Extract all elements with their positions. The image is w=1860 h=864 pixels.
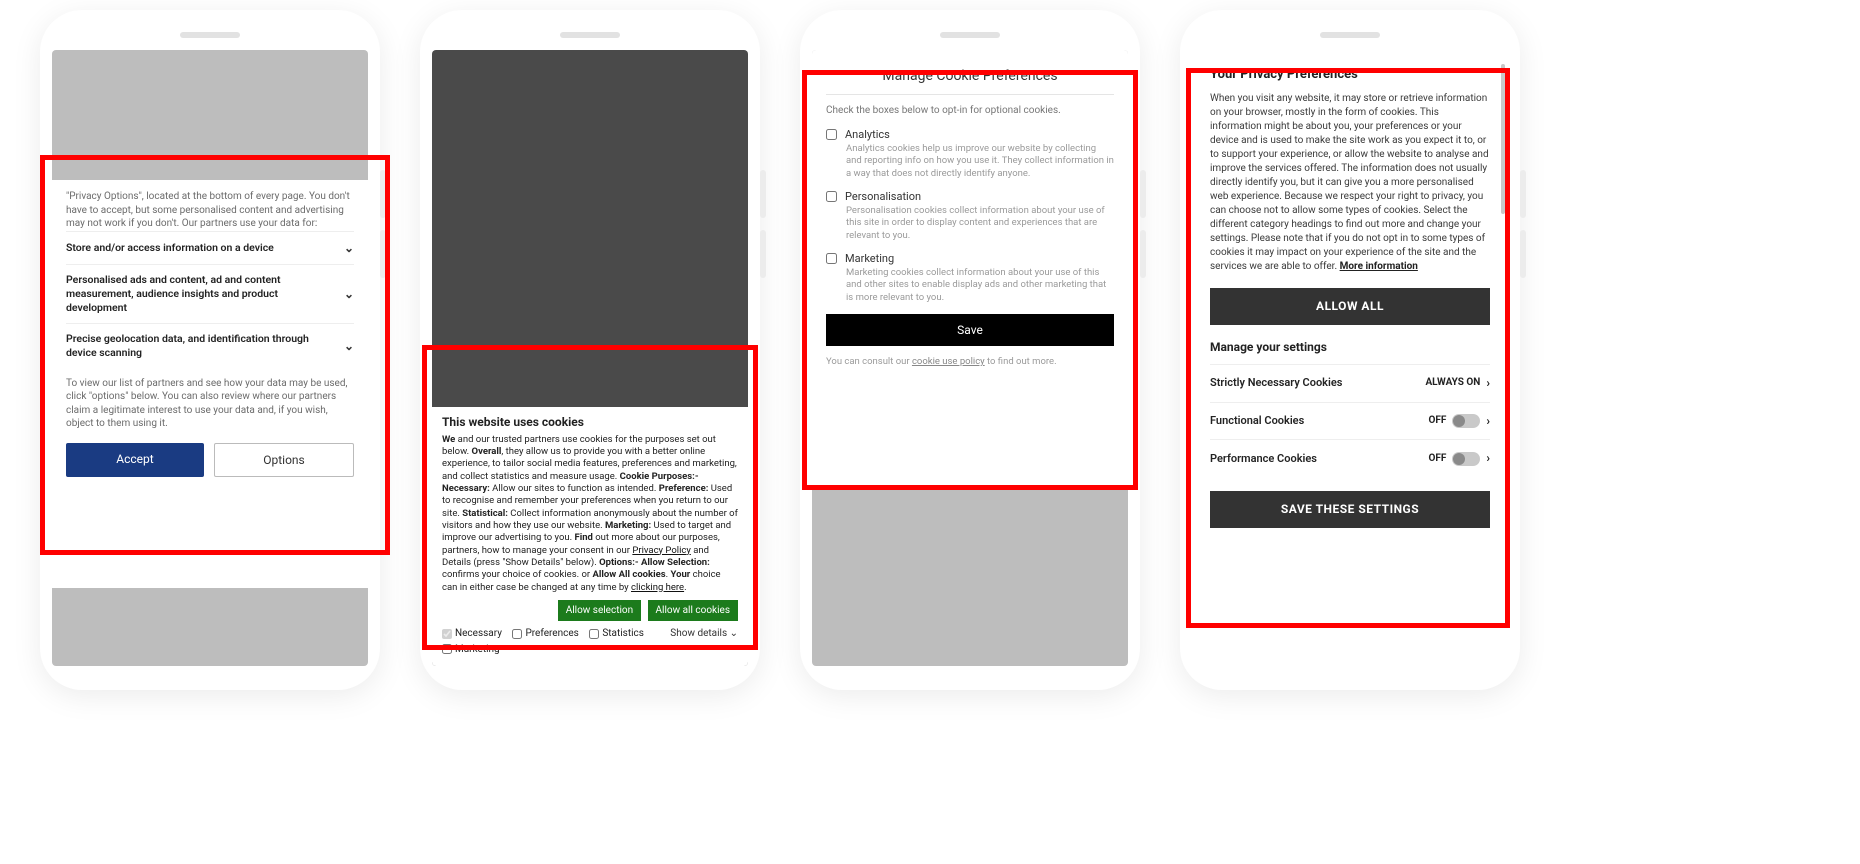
footer-text: To view our list of partners and see how…: [66, 377, 354, 431]
phone-mockup-3: Manage Cookie Preferences Check the boxe…: [800, 10, 1140, 690]
purpose-row[interactable]: Store and/or access information on a dev…: [66, 231, 354, 264]
setting-state: OFF: [1428, 452, 1446, 466]
cookie-policy-link[interactable]: cookie use policy: [912, 356, 985, 367]
purpose-label: Personalised ads and content, ad and con…: [66, 273, 319, 316]
chevron-right-icon: ›: [1486, 375, 1490, 392]
analytics-checkbox[interactable]: [826, 129, 837, 140]
purpose-row[interactable]: Personalised ads and content, ad and con…: [66, 264, 354, 324]
intro-text: Check the boxes below to opt-in for opti…: [826, 105, 1114, 116]
purpose-row[interactable]: Precise geolocation data, and identifica…: [66, 323, 354, 368]
show-details-link[interactable]: Show details ⌄: [670, 627, 738, 640]
banner-body: We and our trusted partners use cookies …: [442, 434, 738, 594]
setting-label: Performance Cookies: [1210, 451, 1317, 466]
manage-settings-heading: Manage your settings: [1210, 339, 1490, 356]
save-button[interactable]: Save: [826, 314, 1114, 346]
setting-state: ALWAYS ON: [1425, 376, 1480, 390]
panel-body: When you visit any website, it may store…: [1210, 92, 1490, 274]
scrollbar[interactable]: [1501, 64, 1505, 214]
category-name: Analytics: [845, 128, 890, 141]
purpose-label: Store and/or access information on a dev…: [66, 241, 274, 255]
footer-text: You can consult our cookie use policy to…: [826, 356, 1114, 367]
panel-title: Manage Cookie Preferences: [826, 64, 1114, 95]
category-name: Personalisation: [845, 190, 921, 203]
toggle-switch[interactable]: [1452, 414, 1480, 428]
allow-selection-button[interactable]: Allow selection: [558, 600, 641, 621]
privacy-policy-link[interactable]: Privacy Policy: [632, 545, 690, 556]
banner-title: This website uses cookies: [442, 415, 738, 431]
setting-row-strictly-necessary[interactable]: Strictly Necessary Cookies ALWAYS ON ›: [1210, 364, 1490, 402]
setting-row-performance[interactable]: Performance Cookies OFF ›: [1210, 439, 1490, 477]
toggle-switch[interactable]: [1452, 452, 1480, 466]
chevron-right-icon: ›: [1486, 450, 1490, 467]
cookie-banner: This website uses cookies We and our tru…: [432, 407, 748, 666]
phone-mockup-2: This website uses cookies We and our tru…: [420, 10, 760, 690]
intro-text: "Privacy Options", located at the bottom…: [66, 190, 354, 231]
marketing-checkbox[interactable]: Marketing: [442, 643, 500, 656]
marketing-checkbox[interactable]: [826, 253, 837, 264]
category-desc: Personalisation cookies collect informat…: [846, 205, 1114, 242]
options-button[interactable]: Options: [214, 443, 354, 477]
cookie-dialog: "Privacy Options", located at the bottom…: [52, 180, 368, 588]
phone-mockup-1: "Privacy Options", located at the bottom…: [40, 10, 380, 690]
category-desc: Analytics cookies help us improve our we…: [846, 143, 1114, 180]
setting-row-functional[interactable]: Functional Cookies OFF ›: [1210, 402, 1490, 440]
chevron-down-icon: ⌄: [730, 628, 738, 639]
allow-all-button[interactable]: Allow all cookies: [648, 600, 738, 621]
allow-all-button[interactable]: ALLOW ALL: [1210, 288, 1490, 325]
privacy-preferences-panel: Your Privacy Preferences When you visit …: [1192, 50, 1508, 666]
category-desc: Marketing cookies collect information ab…: [846, 267, 1114, 304]
chevron-down-icon: ⌄: [344, 286, 354, 302]
chevron-down-icon: ⌄: [344, 240, 354, 256]
save-settings-button[interactable]: SAVE THESE SETTINGS: [1210, 491, 1490, 528]
purpose-label: Precise geolocation data, and identifica…: [66, 332, 319, 360]
setting-state: OFF: [1428, 414, 1446, 428]
chevron-down-icon: ⌄: [344, 338, 354, 354]
chevron-right-icon: ›: [1486, 413, 1490, 430]
statistics-checkbox[interactable]: Statistics: [589, 627, 644, 640]
phone-mockup-4: Your Privacy Preferences When you visit …: [1180, 10, 1520, 690]
personalisation-checkbox[interactable]: [826, 191, 837, 202]
necessary-checkbox[interactable]: Necessary: [442, 627, 502, 640]
accept-button[interactable]: Accept: [66, 443, 204, 477]
more-info-link[interactable]: More information: [1340, 261, 1418, 272]
category-name: Marketing: [845, 252, 894, 265]
setting-label: Strictly Necessary Cookies: [1210, 375, 1342, 390]
clicking-here-link[interactable]: clicking here: [631, 582, 684, 593]
preferences-checkbox[interactable]: Preferences: [512, 627, 578, 640]
setting-label: Functional Cookies: [1210, 413, 1304, 428]
panel-title: Your Privacy Preferences: [1210, 66, 1490, 84]
cookie-preferences-panel: Manage Cookie Preferences Check the boxe…: [812, 50, 1128, 486]
